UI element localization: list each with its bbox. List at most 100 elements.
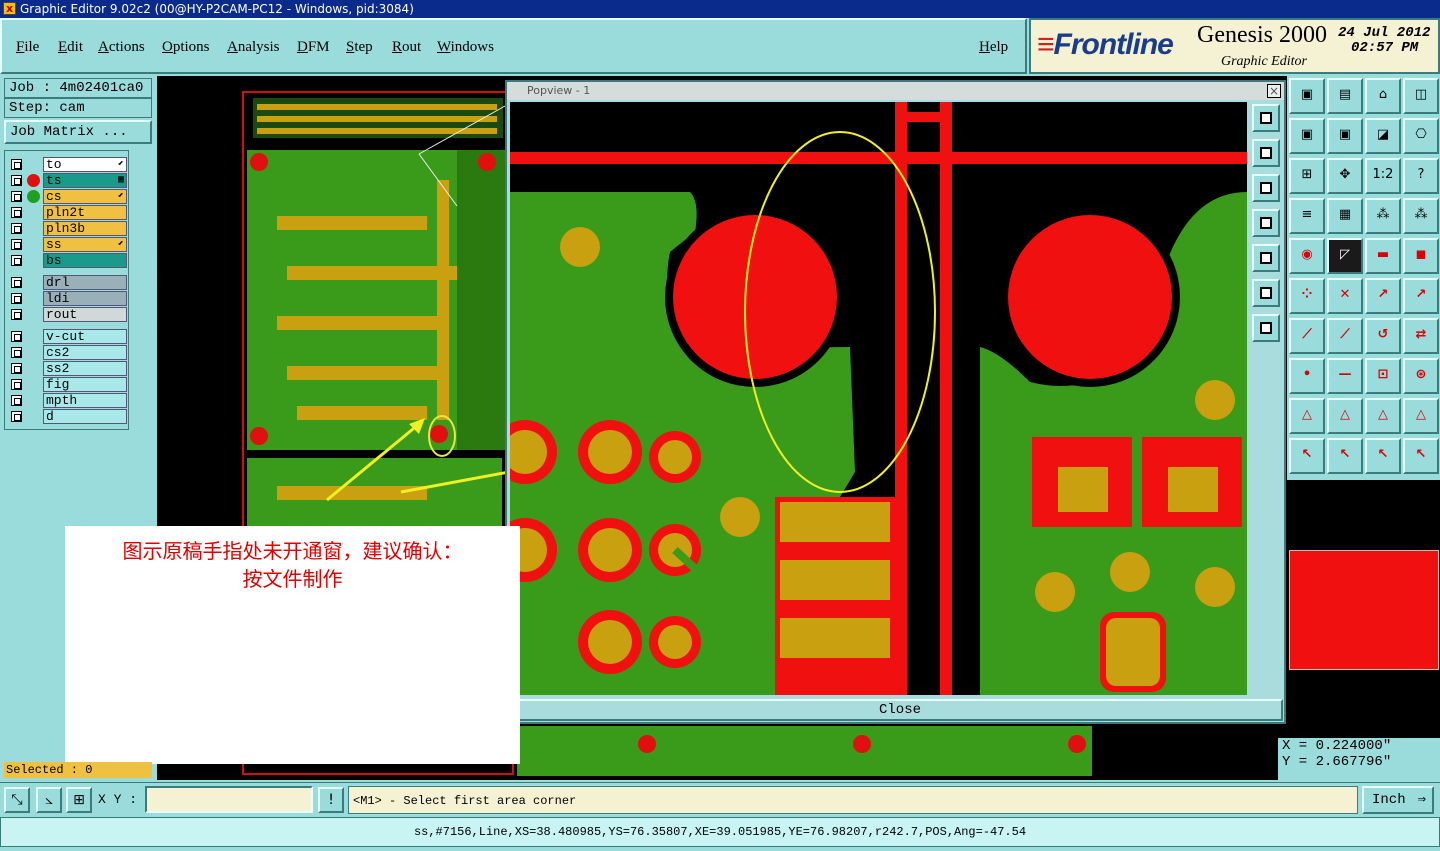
select2-icon[interactable]: ↖ [1327,438,1363,474]
layer-name[interactable]: rout [43,307,127,322]
ruler-icon[interactable]: ▬ [1365,238,1401,274]
layer-row-pln3b[interactable]: pln3b [9,221,127,236]
layer-name[interactable]: v-cut [43,329,127,344]
layer-checkbox[interactable] [11,363,22,374]
snap-icon[interactable]: ⁂ [1365,198,1401,234]
menu-options[interactable]: Options [162,39,210,56]
layer-row-ts[interactable]: ts ▦ [9,173,127,188]
popview-zoom-view[interactable] [510,102,1247,695]
popview-tool-3-icon[interactable] [1252,174,1280,202]
tri2-icon[interactable]: △ [1327,398,1363,434]
zoom2-icon[interactable]: ▣ [1327,118,1363,154]
layer-row-ss2[interactable]: ss2 [9,361,127,376]
swap-icon[interactable]: ◪ [1365,118,1401,154]
layer-name[interactable]: mpth [43,393,127,408]
layer-row-drl[interactable]: drl [9,275,127,290]
tri4-icon[interactable]: △ [1403,398,1439,434]
layer-checkbox[interactable] [11,293,22,304]
layer-checkbox[interactable] [11,175,22,186]
overview-preview[interactable] [1287,480,1440,738]
layer-name[interactable]: d [43,409,127,424]
layer-name[interactable]: ts ▦ [43,173,127,188]
window-icon[interactable]: ▣ [1289,78,1325,114]
layer-icon[interactable]: ▤ [1327,78,1363,114]
layer-checkbox[interactable] [11,223,22,234]
flip-icon[interactable]: ⇄ [1403,318,1439,354]
dash-icon[interactable]: — [1327,358,1363,394]
popview-tool-6-icon[interactable] [1252,279,1280,307]
zoom-area-icon[interactable]: ⤡ [4,787,30,813]
layer-name[interactable]: bs [43,253,127,268]
grid-snap-icon[interactable]: ⊞ [66,787,92,813]
line-icon[interactable]: ◸ [1327,238,1363,274]
edit-line-icon[interactable]: ⟋ [1327,318,1363,354]
grid-icon[interactable]: ▦ [1327,198,1363,234]
menu-analysis[interactable]: Analysis [227,39,280,56]
layer-affected-dot[interactable] [27,174,40,187]
layer-row-bs[interactable]: bs [9,253,127,268]
menu-windows[interactable]: Windows [437,39,494,56]
cross-icon[interactable]: ✕ [1327,278,1363,314]
popview-tool-5-icon[interactable] [1252,244,1280,272]
layer-name[interactable]: ldi [43,291,127,306]
layer-row-d[interactable]: d [9,409,127,424]
layer-name[interactable]: cs2 [43,345,127,360]
tri-icon[interactable]: △ [1289,398,1325,434]
layer-name[interactable]: cs ⬋ [43,189,127,204]
layer-checkbox[interactable] [11,411,22,422]
xy-input[interactable] [145,786,313,813]
snap2-icon[interactable]: ⁂ [1403,198,1439,234]
layer-checkbox[interactable] [11,277,22,288]
shape-icon[interactable]: ⊡ [1365,358,1401,394]
layer-name[interactable]: to ⬋ [43,157,127,172]
popview-close-button[interactable]: Close [517,699,1283,721]
help-icon[interactable]: ? [1403,158,1439,194]
layer-row-cs[interactable]: cs ⬋ [9,189,127,204]
menu-edit[interactable]: Edit [58,39,83,56]
slope-icon[interactable]: ⟋ [1289,318,1325,354]
ratio-icon[interactable]: 1:2 [1365,158,1401,194]
layer-name[interactable]: pln3b [43,221,127,236]
layer-row-mpth[interactable]: mpth [9,393,127,408]
pan-icon[interactable]: ✥ [1327,158,1363,194]
move-icon[interactable]: ↗ [1365,278,1401,314]
home-icon[interactable]: ⌂ [1365,78,1401,114]
layer-row-pln2t[interactable]: pln2t [9,205,127,220]
menu-step[interactable]: Step [346,39,373,56]
job-matrix-button[interactable]: Job Matrix ... [4,120,152,144]
layer-checkbox[interactable] [11,159,22,170]
measure-icon[interactable]: ≡ [1289,198,1325,234]
zoom-icon[interactable]: ▣ [1289,118,1325,154]
popview-tool-4-icon[interactable] [1252,209,1280,237]
layer-row-cs2[interactable]: cs2 [9,345,127,360]
select3-icon[interactable]: ↖ [1365,438,1401,474]
pad-icon[interactable]: ◉ [1289,238,1325,274]
menu-dfm[interactable]: DFM [297,39,330,56]
circle-icon[interactable]: ◼ [1403,238,1439,274]
rotate-icon[interactable]: ⎔ [1403,118,1439,154]
layer-row-rout[interactable]: rout [9,307,127,322]
layer-name[interactable]: drl [43,275,127,290]
net-icon[interactable]: ⁘ [1289,278,1325,314]
move2-icon[interactable]: ↗ [1403,278,1439,314]
unit-select[interactable]: Inch ⇒ [1362,786,1434,814]
layer-checkbox[interactable] [11,331,22,342]
popview-tool-1-icon[interactable] [1252,104,1280,132]
menu-rout[interactable]: Rout [392,39,421,56]
layer-checkbox[interactable] [11,379,22,390]
arc-icon[interactable]: ↺ [1365,318,1401,354]
popview-tool-7-icon[interactable] [1252,314,1280,342]
layer-name[interactable]: ss ⬋ [43,237,127,252]
layer-name[interactable]: pln2t [43,205,127,220]
fit-icon[interactable]: ⊞ [1289,158,1325,194]
layer-row-fig[interactable]: fig [9,377,127,392]
layer-name[interactable]: fig [43,377,127,392]
select-icon[interactable]: ↖ [1289,438,1325,474]
measure-icon[interactable]: ⦣ [36,787,62,813]
popview-close-icon[interactable]: × [1267,84,1281,98]
layer-row-to[interactable]: to ⬋ [9,157,127,172]
tri3-icon[interactable]: △ [1365,398,1401,434]
layer-checkbox[interactable] [11,255,22,266]
menu-help[interactable]: Help [979,39,1008,56]
point-icon[interactable]: • [1289,358,1325,394]
